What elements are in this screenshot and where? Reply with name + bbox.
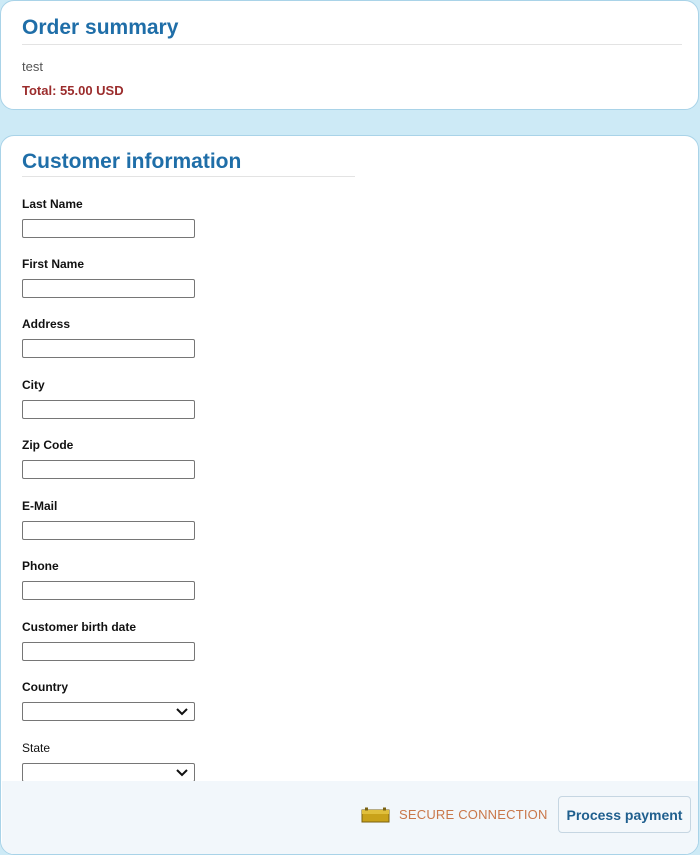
chevron-down-icon xyxy=(176,704,188,719)
secure-connection-label: SECURE CONNECTION xyxy=(399,807,548,822)
customer-information-heading: Customer information xyxy=(22,150,242,173)
first-name-input[interactable] xyxy=(22,279,195,298)
phone-label: Phone xyxy=(22,559,59,573)
address-label: Address xyxy=(22,317,71,331)
chevron-down-icon xyxy=(176,765,188,780)
last-name-input[interactable] xyxy=(22,219,195,238)
order-summary-heading: Order summary xyxy=(22,16,179,39)
country-select[interactable] xyxy=(22,702,195,721)
payment-footer: SECURE CONNECTION Process payment xyxy=(2,781,698,854)
birth-date-label: Customer birth date xyxy=(22,620,137,634)
zip-code-label: Zip Code xyxy=(22,438,74,452)
birth-date-input[interactable] xyxy=(22,642,195,661)
country-label: Country xyxy=(22,680,68,694)
state-select[interactable] xyxy=(22,763,195,782)
customer-information-divider xyxy=(22,176,355,177)
card-lock-icon xyxy=(361,807,390,823)
phone-input[interactable] xyxy=(22,581,195,600)
order-total: Total: 55.00 USD xyxy=(22,83,124,98)
order-summary-divider xyxy=(22,44,682,45)
address-input[interactable] xyxy=(22,339,195,358)
process-payment-button[interactable]: Process payment xyxy=(558,796,691,833)
first-name-label: First Name xyxy=(22,257,85,271)
customer-information-panel: Customer information Last Name First Nam… xyxy=(0,135,699,855)
email-input[interactable] xyxy=(22,521,195,540)
order-item-name: test xyxy=(22,59,43,74)
zip-code-input[interactable] xyxy=(22,460,195,479)
order-summary-panel: Order summary test Total: 55.00 USD xyxy=(0,0,699,110)
email-label: E-Mail xyxy=(22,499,58,513)
last-name-label: Last Name xyxy=(22,197,83,211)
city-input[interactable] xyxy=(22,400,195,419)
state-label: State xyxy=(22,741,51,755)
city-label: City xyxy=(22,378,45,392)
